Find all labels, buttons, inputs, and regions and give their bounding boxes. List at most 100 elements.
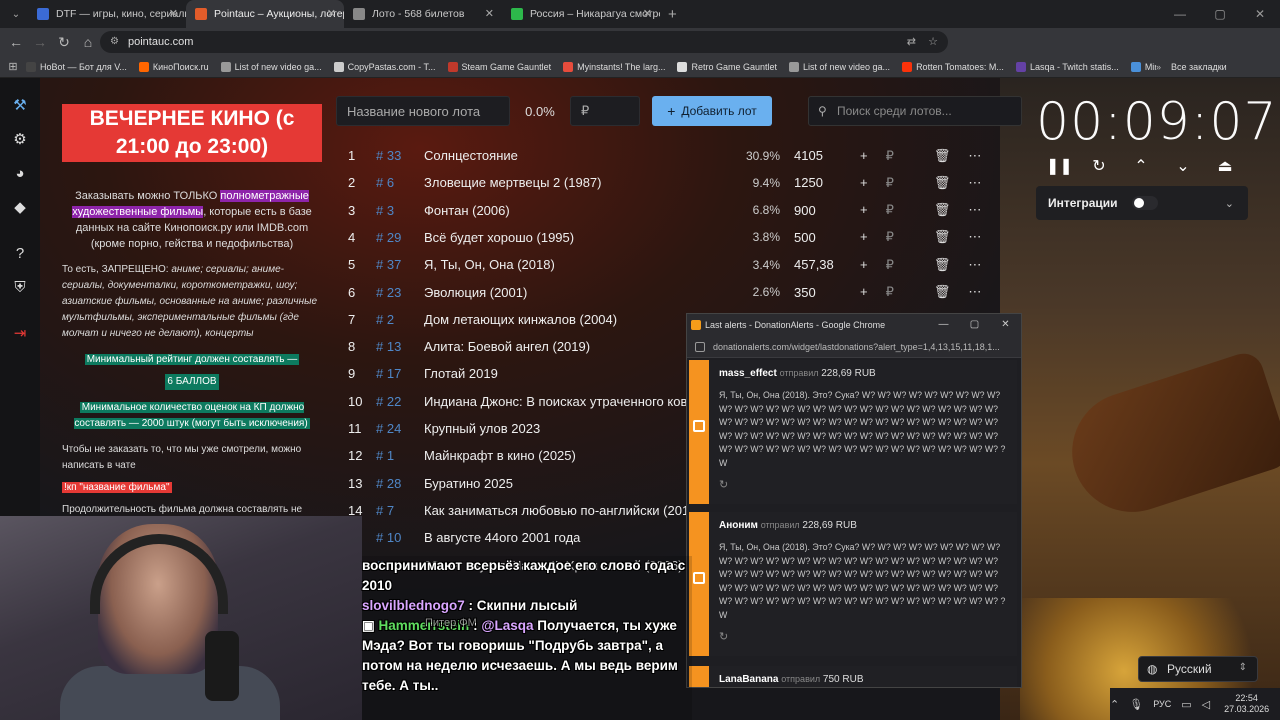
decrease-time-icon[interactable]: ⌄: [1172, 156, 1194, 176]
lot-name[interactable]: Я, Ты, Он, Она (2018): [424, 257, 740, 272]
tab-close-icon[interactable]: ✕: [327, 7, 336, 20]
lot-name[interactable]: Всё будет хорошо (1995): [424, 230, 740, 245]
site-settings-icon[interactable]: ⚙: [110, 31, 119, 53]
tab-close-icon[interactable]: ✕: [643, 7, 652, 20]
wheel-icon[interactable]: ◕: [9, 162, 31, 184]
minimize-icon[interactable]: —: [1160, 0, 1200, 28]
add-amount-icon[interactable]: +: [860, 257, 868, 273]
add-amount-icon[interactable]: +: [860, 175, 868, 191]
minimize-icon[interactable]: —: [928, 314, 959, 336]
add-amount-icon[interactable]: +: [860, 284, 868, 300]
more-options-icon[interactable]: ⋯: [968, 229, 981, 245]
more-options-icon[interactable]: ⋯: [968, 257, 981, 273]
new-tab-button[interactable]: +: [668, 6, 677, 23]
maximize-icon[interactable]: ▢: [959, 314, 990, 336]
url-bar[interactable]: ⚙ pointauc.com ⇄ ☆: [100, 31, 948, 53]
browser-tab[interactable]: Лото - 568 билетов ✕: [344, 0, 502, 28]
browser-tab[interactable]: Россия – Никарагуа смотреть ✕: [502, 0, 660, 28]
lot-row[interactable]: 2 # 6 Зловещие мертвецы 2 (1987) 9.4% 1250 + ₽…: [336, 169, 1006, 196]
lot-amount[interactable]: 900: [780, 203, 860, 218]
bookmark-item[interactable]: List of new video ga...: [220, 61, 322, 72]
more-bookmarks-icon[interactable]: »: [1156, 62, 1161, 72]
lot-row[interactable]: 5 # 37 Я, Ты, Он, Она (2018) 3.4% 457,38 + ₽ 🗑 ⋯: [336, 251, 1006, 278]
settings-gear-icon[interactable]: ⚙: [9, 128, 31, 150]
logout-icon[interactable]: ⇥: [9, 322, 31, 344]
replay-icon[interactable]: ↻: [709, 470, 1017, 491]
lot-name[interactable]: Зловещие мертвецы 2 (1987): [424, 175, 740, 190]
lot-amount-input[interactable]: ₽: [570, 96, 640, 126]
bookmark-star-icon[interactable]: ☆: [928, 31, 938, 53]
browser-tab[interactable]: Pointauc – Аукционы, лотереи✕: [186, 0, 344, 28]
lot-row[interactable]: 4 # 29 Всё будет хорошо (1995) 3.8% 500 + ₽ 🗑 ⋯: [336, 224, 1006, 251]
tab-close-icon[interactable]: ✕: [485, 7, 494, 20]
site-info-icon[interactable]: [695, 342, 705, 352]
bookmark-item[interactable]: Lasqa - Twitch statis...: [1015, 61, 1119, 72]
lot-amount[interactable]: 4105: [780, 148, 860, 163]
add-amount-icon[interactable]: +: [860, 202, 868, 218]
auction-hammer-icon[interactable]: ⚒: [9, 94, 31, 116]
pause-icon[interactable]: ❚❚: [1046, 156, 1073, 176]
more-options-icon[interactable]: ⋯: [968, 284, 981, 300]
reset-timer-icon[interactable]: ↻: [1088, 156, 1110, 176]
bookmark-item[interactable]: CopyPastas.com - T...: [333, 61, 436, 72]
lot-amount[interactable]: 457,38: [780, 257, 860, 272]
bookmark-item[interactable]: КиноПоиск.ru: [138, 61, 209, 72]
all-bookmarks-link[interactable]: Все закладки: [1171, 62, 1227, 72]
lot-row[interactable]: 1 # 33 Солнцестояние 30.9% 4105 + ₽ 🗑 ⋯: [336, 142, 1006, 169]
add-lot-button[interactable]: + Добавить лот: [652, 96, 772, 126]
mic-icon[interactable]: 🎙: [1129, 698, 1143, 711]
more-options-icon[interactable]: ⋯: [968, 202, 981, 218]
lot-name[interactable]: Солнцестояние: [424, 148, 740, 163]
lot-amount[interactable]: 350: [780, 285, 860, 300]
shield-icon[interactable]: ⛨: [9, 276, 31, 298]
delete-icon[interactable]: 🗑: [934, 175, 951, 191]
volume-icon[interactable]: ◁: [1202, 698, 1210, 711]
lot-search-input[interactable]: ⚲ Поиск среди лотов...: [808, 96, 1022, 126]
delete-icon[interactable]: 🗑: [934, 229, 951, 245]
ruble-icon[interactable]: ₽: [886, 148, 894, 164]
integrations-toggle[interactable]: [1131, 196, 1158, 210]
bookmark-item[interactable]: Rotten Tomatoes: M...: [902, 61, 1004, 72]
apps-grid-icon[interactable]: ⊞: [0, 60, 26, 73]
home-icon[interactable]: ⌂: [76, 34, 100, 50]
increase-time-icon[interactable]: ⌃: [1130, 156, 1152, 176]
add-amount-icon[interactable]: +: [860, 229, 868, 245]
chevron-down-icon[interactable]: ⌄: [1225, 197, 1234, 210]
tab-search-dropdown-icon[interactable]: ⌄: [4, 3, 28, 25]
language-select[interactable]: ◍ Русский ⇕: [1138, 656, 1258, 682]
integrations-panel[interactable]: Интеграции ⌄: [1036, 186, 1248, 220]
close-window-icon[interactable]: ✕: [1240, 0, 1280, 28]
bookmark-item[interactable]: Steam Game Gauntlet: [447, 61, 551, 72]
back-icon[interactable]: ←: [4, 34, 28, 50]
bookmark-item[interactable]: Myinstants! The larg...: [563, 61, 665, 72]
add-amount-icon[interactable]: +: [860, 148, 868, 164]
ruble-icon[interactable]: ₽: [886, 257, 894, 273]
lot-name[interactable]: Фонтан (2006): [424, 203, 740, 218]
bookmark-item[interactable]: Retro Game Gauntlet: [677, 61, 777, 72]
lot-row[interactable]: 3 # 3 Фонтан (2006) 6.8% 900 + ₽ 🗑 ⋯: [336, 197, 1006, 224]
lot-amount[interactable]: 1250: [780, 175, 860, 190]
ruble-icon[interactable]: ₽: [886, 175, 894, 191]
delete-icon[interactable]: 🗑: [934, 202, 951, 218]
ruble-icon[interactable]: ₽: [886, 229, 894, 245]
browser-tab[interactable]: DTF — игры, кино, сериалы, р✕: [28, 0, 186, 28]
bookmark-item[interactable]: HoBot — Бот для V...: [26, 61, 127, 72]
timer-settings-icon[interactable]: ⏏: [1214, 156, 1236, 176]
more-options-icon[interactable]: ⋯: [968, 148, 981, 164]
delete-icon[interactable]: 🗑: [934, 148, 951, 164]
lot-name[interactable]: Эволюция (2001): [424, 285, 740, 300]
lot-name-input[interactable]: Название нового лота: [336, 96, 510, 126]
translate-icon[interactable]: ⇄: [907, 31, 916, 53]
forward-icon[interactable]: →: [28, 34, 52, 50]
ruble-icon[interactable]: ₽: [886, 202, 894, 218]
delete-icon[interactable]: 🗑: [934, 257, 951, 273]
input-language[interactable]: РУС: [1153, 699, 1171, 709]
reload-icon[interactable]: ↻: [52, 34, 76, 51]
bookmark-item[interactable]: Minichat – The Fast...: [1130, 61, 1156, 72]
delete-icon[interactable]: 🗑: [934, 284, 951, 300]
lot-amount[interactable]: 500: [780, 230, 860, 245]
bookmark-item[interactable]: List of new video ga...: [789, 61, 890, 72]
help-icon[interactable]: ?: [9, 242, 31, 264]
tab-close-icon[interactable]: ✕: [169, 7, 178, 20]
system-clock[interactable]: 22:54 27.03.2026: [1224, 693, 1269, 715]
